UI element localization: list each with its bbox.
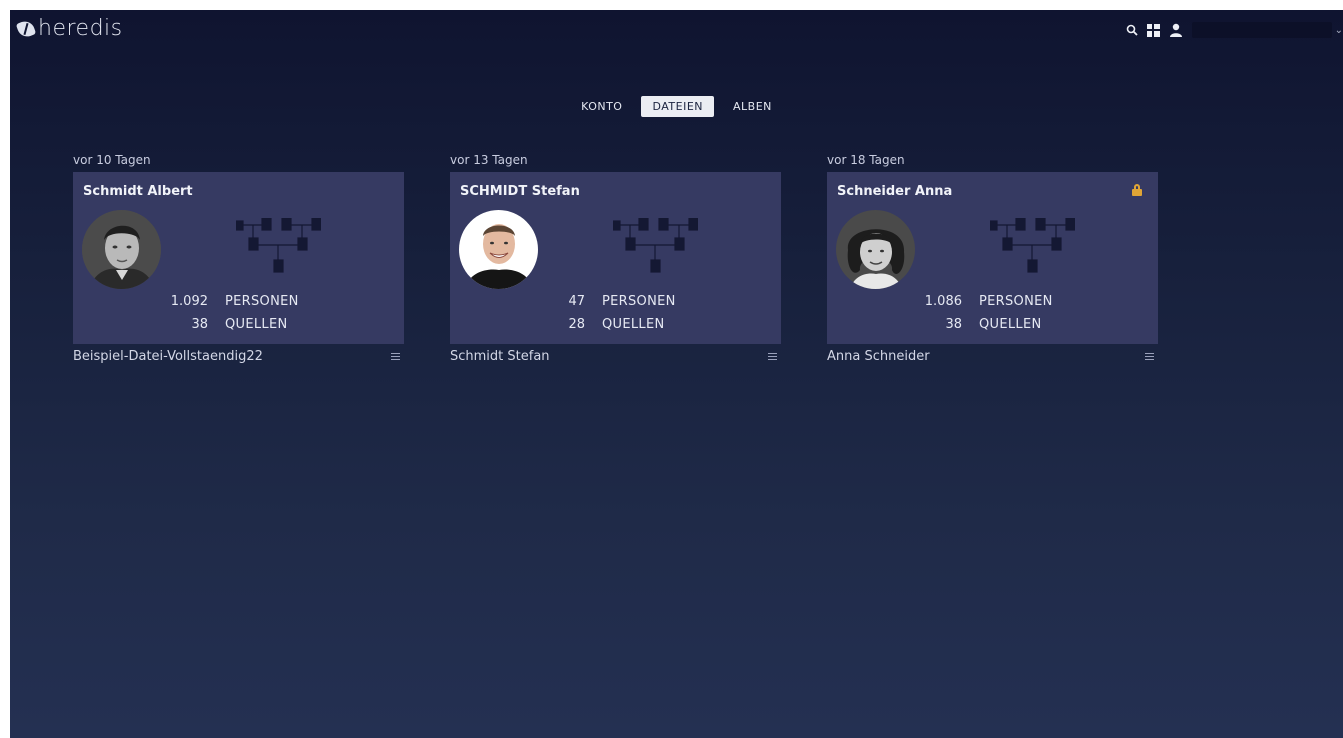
menu-icon[interactable] xyxy=(391,353,400,360)
search-icon[interactable] xyxy=(1126,24,1138,36)
account-name-field[interactable] xyxy=(1191,22,1332,38)
persons-label: PERSONEN xyxy=(602,294,676,309)
persons-count: 1.092 xyxy=(170,294,208,309)
file-card-wrap: vor 13 Tagen SCHMIDT Stefan 47 PERSONEN … xyxy=(450,153,781,364)
top-actions: ⌄ xyxy=(1126,22,1343,38)
logo-text: heredis xyxy=(38,16,123,41)
sources-label: QUELLEN xyxy=(602,317,665,332)
persons-row: 47 PERSONEN xyxy=(450,290,781,313)
tab-dateien[interactable]: DATEIEN xyxy=(641,96,715,117)
file-card[interactable]: Schmidt Albert 1.092 PERSONEN 38 QUELLEN xyxy=(73,172,404,344)
family-tree-icon xyxy=(236,218,321,273)
file-card-wrap: vor 18 Tagen Schneider Anna 1.086 PERSON… xyxy=(827,153,1158,364)
file-stats: 1.086 PERSONEN 38 QUELLEN xyxy=(827,290,1158,336)
apps-grid-icon[interactable] xyxy=(1146,23,1160,37)
family-tree-icon xyxy=(613,218,698,273)
tab-konto[interactable]: KONTO xyxy=(570,96,633,117)
menu-icon[interactable] xyxy=(768,353,777,360)
sources-label: QUELLEN xyxy=(979,317,1042,332)
file-modified-date: vor 13 Tagen xyxy=(450,153,528,167)
tab-alben[interactable]: ALBEN xyxy=(722,96,783,117)
file-modified-date: vor 10 Tagen xyxy=(73,153,151,167)
persons-count: 1.086 xyxy=(924,294,962,309)
file-root-person: SCHMIDT Stefan xyxy=(460,184,580,199)
family-tree-icon xyxy=(990,218,1075,273)
lock-icon xyxy=(1132,184,1142,196)
app-window: heredis ⌄ KONTO DATEIEN ALBEN vor 10 Tag… xyxy=(10,10,1343,738)
file-name: Schmidt Stefan xyxy=(450,349,550,364)
file-name: Anna Schneider xyxy=(827,349,930,364)
user-icon[interactable] xyxy=(1169,23,1183,37)
sources-row: 28 QUELLEN xyxy=(450,313,781,336)
chevron-down-icon[interactable]: ⌄ xyxy=(1335,25,1343,36)
sources-label: QUELLEN xyxy=(225,317,288,332)
file-footer: Beispiel-Datei-Vollstaendig22 xyxy=(73,349,404,364)
persons-row: 1.092 PERSONEN xyxy=(73,290,404,313)
file-card[interactable]: SCHMIDT Stefan 47 PERSONEN 28 QUELLEN xyxy=(450,172,781,344)
file-footer: Anna Schneider xyxy=(827,349,1158,364)
file-cards: vor 10 Tagen Schmidt Albert 1.092 PERSON… xyxy=(73,153,1158,364)
file-card-wrap: vor 10 Tagen Schmidt Albert 1.092 PERSON… xyxy=(73,153,404,364)
file-stats: 47 PERSONEN 28 QUELLEN xyxy=(450,290,781,336)
main-tabs: KONTO DATEIEN ALBEN xyxy=(10,96,1343,117)
file-root-person: Schmidt Albert xyxy=(83,184,193,199)
avatar xyxy=(82,210,161,289)
leaf-logo-icon xyxy=(15,18,37,39)
persons-count: 47 xyxy=(568,294,585,309)
file-name: Beispiel-Datei-Vollstaendig22 xyxy=(73,349,263,364)
file-root-person: Schneider Anna xyxy=(837,184,953,199)
file-stats: 1.092 PERSONEN 38 QUELLEN xyxy=(73,290,404,336)
heredis-logo[interactable]: heredis xyxy=(15,16,123,41)
persons-label: PERSONEN xyxy=(979,294,1053,309)
file-card[interactable]: Schneider Anna 1.086 PERSONEN 38 QUELLEN xyxy=(827,172,1158,344)
persons-row: 1.086 PERSONEN xyxy=(827,290,1158,313)
sources-count: 38 xyxy=(945,317,962,332)
file-modified-date: vor 18 Tagen xyxy=(827,153,905,167)
top-bar: heredis ⌄ xyxy=(10,10,1343,50)
sources-count: 38 xyxy=(191,317,208,332)
sources-count: 28 xyxy=(568,317,585,332)
file-footer: Schmidt Stefan xyxy=(450,349,781,364)
avatar xyxy=(836,210,915,289)
sources-row: 38 QUELLEN xyxy=(827,313,1158,336)
sources-row: 38 QUELLEN xyxy=(73,313,404,336)
menu-icon[interactable] xyxy=(1145,353,1154,360)
avatar xyxy=(459,210,538,289)
persons-label: PERSONEN xyxy=(225,294,299,309)
